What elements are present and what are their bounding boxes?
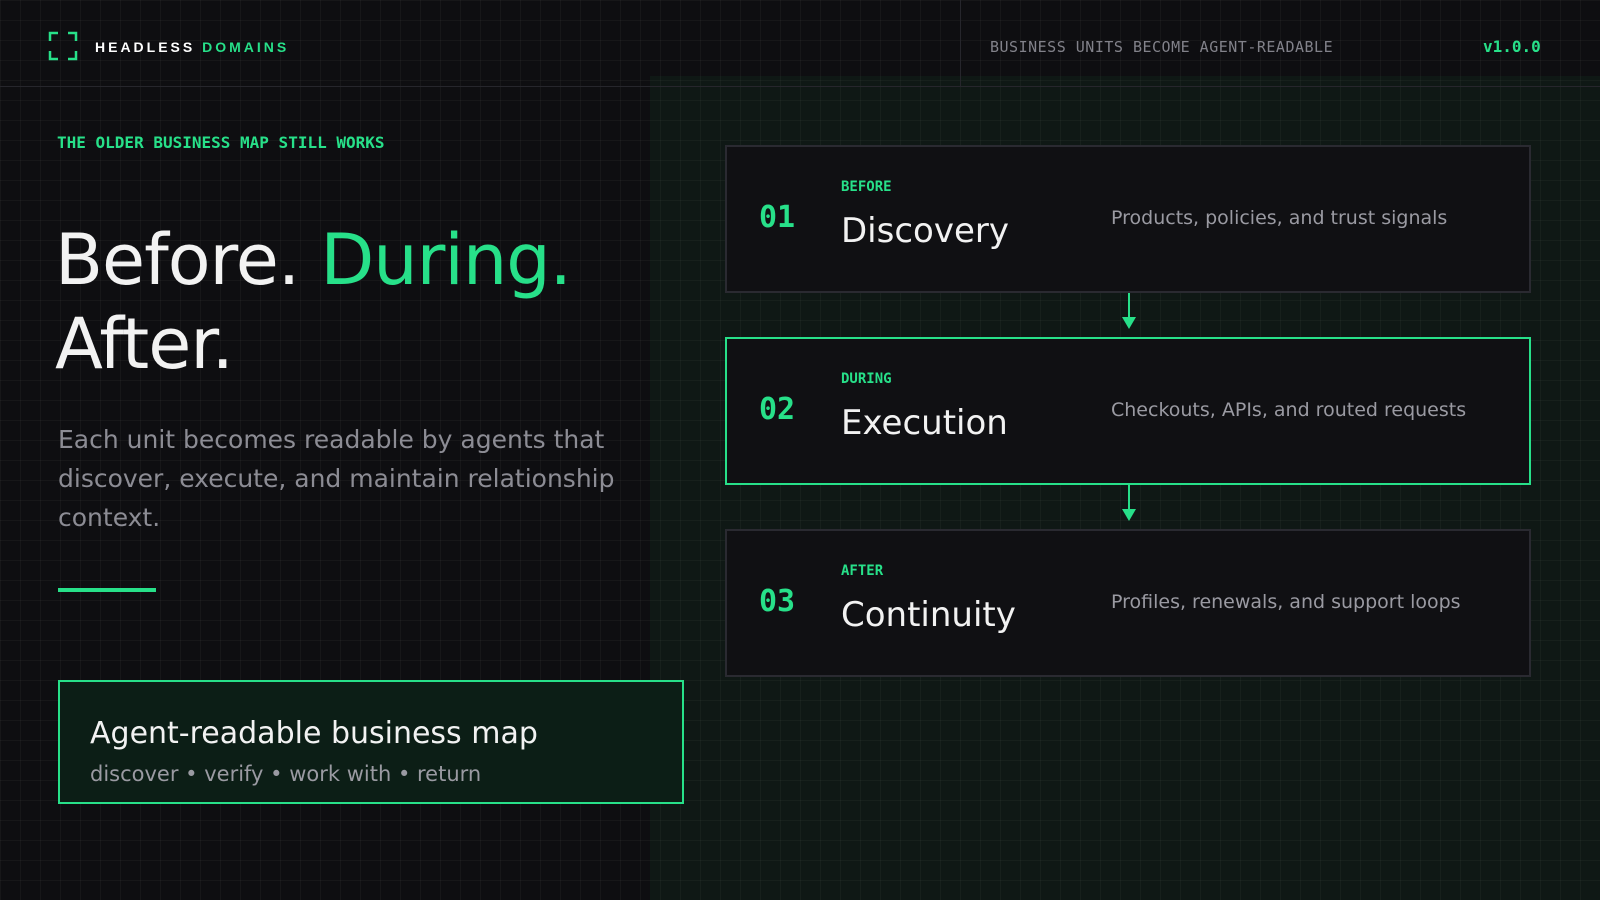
phase-number: 01 [759,200,796,235]
phase-number: 03 [759,584,796,619]
header-divider [960,0,961,87]
phase-description: Products, policies, and trust signals [1111,207,1448,229]
phase-card-discovery: 01 BEFORE Discovery Products, policies, … [725,145,1531,293]
phase-tag: AFTER [841,563,884,579]
brand-primary: HEADLESS [95,39,196,55]
header-tagline: BUSINESS UNITS BECOME AGENT-READABLE [990,38,1334,56]
page-title: Before. During. After. [55,218,655,386]
phase-title: Discovery [841,211,1009,251]
version-badge: v1.0.0 [1483,37,1541,56]
phase-title: Continuity [841,595,1016,635]
phase-title: Execution [841,403,1008,443]
phase-tag: BEFORE [841,179,892,195]
eyebrow-label: THE OLDER BUSINESS MAP STILL WORKS [57,133,385,152]
headline-during: During. [320,219,572,301]
phase-card-execution: 02 DURING Execution Checkouts, APIs, and… [725,337,1531,485]
headline-before: Before. [55,219,300,301]
bracket-frame-icon [48,31,78,61]
map-title: Agent-readable business map [90,716,538,751]
hero-description: Each unit becomes readable by agents tha… [58,425,615,532]
top-bar: HEADLESS DOMAINS BUSINESS UNITS BECOME A… [0,0,1600,87]
phase-tag: DURING [841,371,892,387]
headline-after: After. [55,303,234,385]
brand-name[interactable]: HEADLESS DOMAINS [95,39,289,55]
brand-accent: DOMAINS [202,39,290,55]
accent-rule [58,588,156,592]
phase-description: Profiles, renewals, and support loops [1111,591,1461,613]
phase-number: 02 [759,392,796,427]
business-map-callout: Agent-readable business map discover • v… [58,680,684,804]
map-subtitle: discover • verify • work with • return [90,762,482,786]
phase-description: Checkouts, APIs, and routed requests [1111,399,1467,421]
phase-card-continuity: 03 AFTER Continuity Profiles, renewals, … [725,529,1531,677]
arrow-down-icon [1122,485,1136,521]
arrow-down-icon [1122,293,1136,329]
